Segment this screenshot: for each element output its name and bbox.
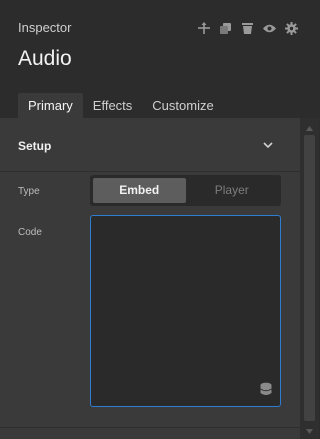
section-divider <box>0 427 300 428</box>
toolbar <box>196 20 306 36</box>
tab-customize[interactable]: Customize <box>142 93 223 118</box>
scrollbar-thumb[interactable] <box>304 135 315 421</box>
primary-panel: Setup Type Embed Player Code <box>0 118 300 439</box>
chevron-down-icon[interactable] <box>262 140 274 150</box>
scroll-up-arrow-icon[interactable] <box>300 121 319 135</box>
tab-primary[interactable]: Primary <box>18 93 83 118</box>
duplicate-icon[interactable] <box>218 21 233 36</box>
move-icon[interactable] <box>196 21 211 36</box>
setup-section-header[interactable]: Setup <box>0 118 300 172</box>
page-title: Audio <box>18 47 72 70</box>
scroll-down-arrow-icon[interactable] <box>300 424 319 438</box>
inspector-window: Inspector Audio Primary Effects Customiz… <box>0 0 319 439</box>
delete-icon[interactable] <box>240 21 255 36</box>
tab-effects[interactable]: Effects <box>83 93 143 118</box>
tab-bar: Primary Effects Customize <box>18 93 224 118</box>
dynamic-content-icon[interactable] <box>259 382 273 396</box>
type-label: Type <box>18 186 40 197</box>
visibility-icon[interactable] <box>262 21 277 36</box>
type-option-embed[interactable]: Embed <box>93 178 186 203</box>
section-title: Setup <box>18 139 52 153</box>
inspector-header: Inspector Audio Primary Effects Customiz… <box>0 0 319 118</box>
panel-scrollbar[interactable] <box>300 118 319 439</box>
code-input[interactable] <box>90 215 281 407</box>
panel-label: Inspector <box>18 20 72 35</box>
type-option-player[interactable]: Player <box>186 178 279 203</box>
type-segmented-control: Embed Player <box>90 175 281 206</box>
settings-icon[interactable] <box>284 21 299 36</box>
code-label: Code <box>18 227 42 238</box>
